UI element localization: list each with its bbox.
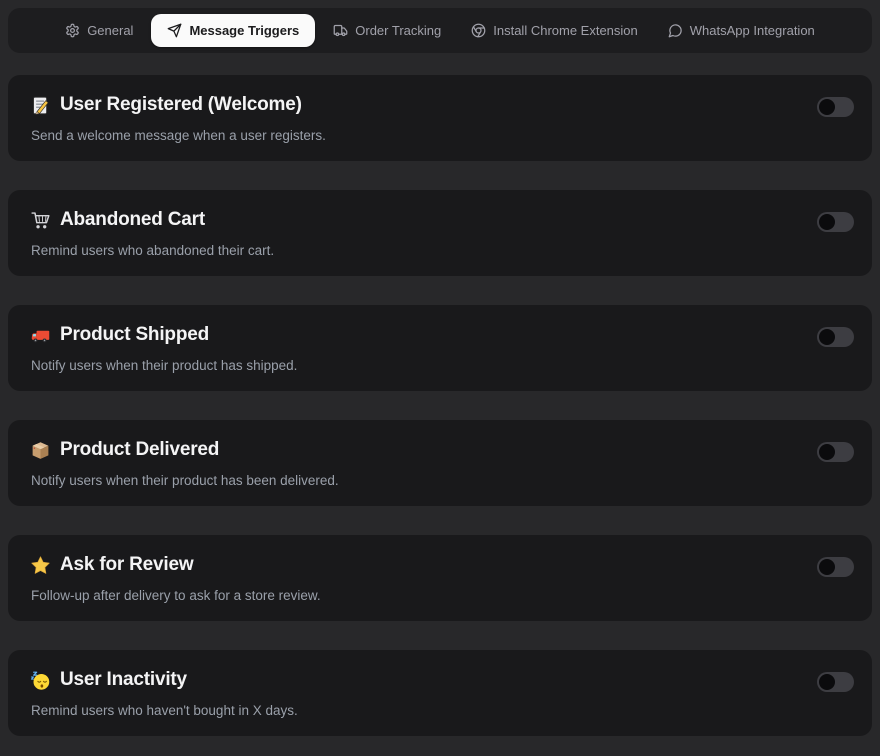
toggle-product-shipped[interactable]	[817, 327, 854, 347]
tab-message-triggers-label: Message Triggers	[189, 23, 300, 38]
trigger-title: Product Shipped	[60, 324, 210, 345]
tab-message-triggers[interactable]: Message Triggers	[151, 14, 316, 47]
tab-order-tracking[interactable]: Order Tracking	[321, 14, 453, 47]
truck-icon	[333, 24, 348, 37]
tab-order-tracking-label: Order Tracking	[355, 23, 442, 38]
trigger-card-list: User Registered (Welcome) Send a welcome…	[8, 75, 872, 756]
trigger-description: Send a welcome message when a user regis…	[31, 128, 326, 143]
trigger-description: Remind users who abandoned their cart.	[31, 243, 275, 258]
toggle-knob	[819, 214, 835, 230]
toggle-knob	[819, 674, 835, 690]
tab-whatsapp-integration-label: WhatsApp Integration	[689, 23, 815, 38]
trigger-description: Notify users when their product has been…	[31, 473, 339, 488]
trigger-card-user-registered: User Registered (Welcome) Send a welcome…	[8, 75, 872, 161]
tab-install-chrome-extension-label: Install Chrome Extension	[493, 23, 638, 38]
star-emoji-icon	[30, 555, 51, 576]
memo-emoji-icon	[30, 95, 51, 116]
delivery-truck-emoji-icon	[30, 325, 51, 346]
tab-whatsapp-integration[interactable]: WhatsApp Integration	[656, 14, 827, 47]
send-icon	[168, 23, 182, 38]
toggle-knob	[819, 559, 835, 575]
tab-general[interactable]: General	[53, 14, 145, 47]
trigger-card-product-delivered: Product Delivered Notify users when thei…	[8, 420, 872, 506]
chrome-icon	[471, 23, 486, 38]
tab-install-chrome-extension[interactable]: Install Chrome Extension	[459, 14, 650, 47]
toggle-user-registered[interactable]	[817, 97, 854, 117]
gear-icon	[66, 23, 79, 38]
trigger-card-ask-for-review: Ask for Review Follow-up after delivery …	[8, 535, 872, 621]
shopping-cart-emoji-icon	[30, 210, 51, 231]
trigger-description: Remind users who haven't bought in X day…	[31, 703, 298, 718]
trigger-description: Follow-up after delivery to ask for a st…	[31, 588, 321, 603]
toggle-knob	[819, 444, 835, 460]
trigger-title: Product Delivered	[60, 439, 220, 460]
toggle-product-delivered[interactable]	[817, 442, 854, 462]
trigger-card-product-shipped: Product Shipped Notify users when their …	[8, 305, 872, 391]
toggle-ask-for-review[interactable]	[817, 557, 854, 577]
trigger-title: User Inactivity	[60, 669, 187, 690]
trigger-title: Ask for Review	[60, 554, 194, 575]
toggle-abandoned-cart[interactable]	[817, 212, 854, 232]
toggle-user-inactivity[interactable]	[817, 672, 854, 692]
tab-general-label: General	[87, 23, 134, 38]
sleeping-face-emoji-icon	[30, 670, 51, 691]
trigger-title: User Registered (Welcome)	[60, 94, 302, 115]
trigger-card-abandoned-cart: Abandoned Cart Remind users who abandone…	[8, 190, 872, 276]
toggle-knob	[819, 99, 835, 115]
trigger-title: Abandoned Cart	[60, 209, 205, 230]
settings-tab-bar: General Message Triggers Order Tracking …	[8, 8, 872, 53]
chat-bubble-icon	[668, 24, 682, 38]
package-emoji-icon	[30, 440, 51, 461]
toggle-knob	[819, 329, 835, 345]
trigger-description: Notify users when their product has ship…	[31, 358, 298, 373]
trigger-card-user-inactivity: User Inactivity Remind users who haven't…	[8, 650, 872, 736]
